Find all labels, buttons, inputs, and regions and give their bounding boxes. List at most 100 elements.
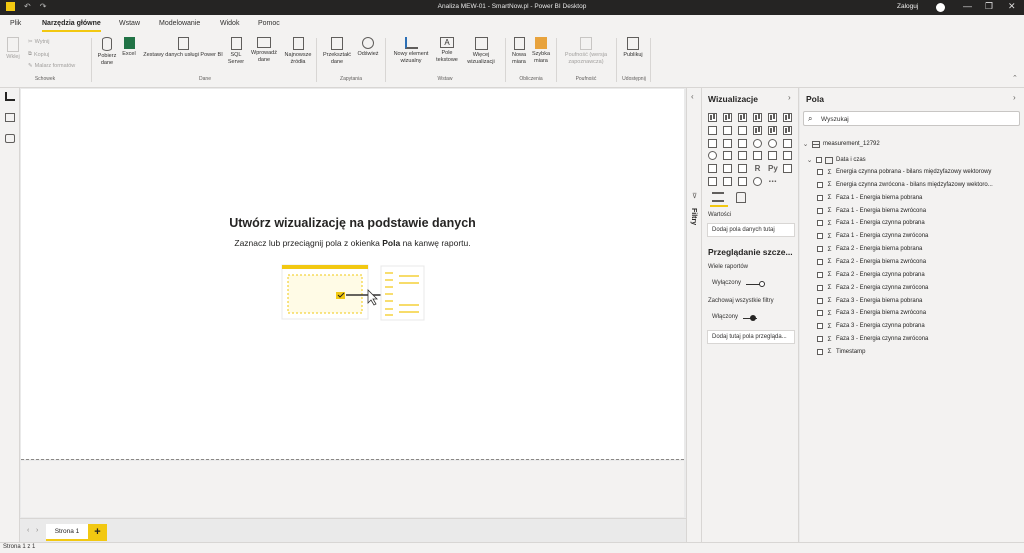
stacked-bar-chart-icon[interactable] bbox=[708, 113, 717, 122]
table-visual-icon[interactable] bbox=[723, 164, 732, 174]
minimize-button[interactable]: — bbox=[963, 1, 972, 11]
paste-button[interactable]: Wklej bbox=[4, 37, 22, 61]
100-column-chart-icon[interactable] bbox=[783, 113, 792, 122]
stacked-area-chart-icon[interactable] bbox=[738, 125, 747, 135]
chevron-down-icon[interactable]: ⌄ bbox=[802, 140, 809, 148]
scatter-chart-icon[interactable] bbox=[738, 138, 747, 148]
copy-button[interactable]: ⧉ Kopiuj bbox=[28, 51, 49, 58]
tab-home[interactable]: Narzędzia główne bbox=[42, 20, 101, 32]
field-item[interactable]: Σ Faza 1 - Energia bierna pobrana bbox=[817, 192, 922, 204]
fields-search[interactable]: ⌕ bbox=[803, 111, 1020, 126]
arcgis-map-icon[interactable] bbox=[753, 176, 762, 186]
filled-map-icon[interactable] bbox=[723, 151, 732, 161]
fields-well-icon[interactable] bbox=[712, 192, 724, 202]
clustered-bar-chart-icon[interactable] bbox=[738, 113, 747, 122]
checkbox[interactable] bbox=[817, 181, 823, 188]
checkbox[interactable] bbox=[817, 348, 823, 355]
line-column-chart-icon[interactable] bbox=[753, 125, 762, 135]
enter-data-button[interactable]: Wprowadź dane bbox=[249, 37, 279, 63]
checkbox[interactable] bbox=[817, 207, 823, 214]
sensitivity-button[interactable]: Poufność (wersja zapoznawcza) bbox=[560, 37, 612, 65]
python-visual-icon[interactable]: Py bbox=[768, 164, 778, 173]
model-view-icon[interactable] bbox=[5, 134, 15, 143]
sql-server-button[interactable]: SQL Server bbox=[226, 37, 246, 65]
format-painter-button[interactable]: ✎ Malarz formatów bbox=[28, 63, 75, 69]
format-paint-roller-icon[interactable] bbox=[736, 192, 746, 203]
funnel-chart-icon[interactable] bbox=[723, 138, 732, 148]
donut-chart-icon[interactable] bbox=[768, 138, 777, 148]
card-icon[interactable] bbox=[753, 151, 762, 161]
more-visuals-icon[interactable]: ⋯ bbox=[768, 177, 777, 186]
get-data-button[interactable]: Pobierz dane bbox=[95, 37, 119, 66]
prev-page-icon[interactable]: ‹ bbox=[27, 527, 29, 534]
field-item[interactable]: Σ Faza 2 - Energia bierna pobrana bbox=[817, 243, 922, 255]
maximize-button[interactable]: ❐ bbox=[985, 1, 993, 12]
recent-sources-button[interactable]: Najnowsze źródła bbox=[282, 37, 314, 65]
tab-help[interactable]: Pomoc bbox=[258, 20, 280, 27]
cut-button[interactable]: ✂ Wytnij bbox=[28, 39, 50, 45]
tab-insert[interactable]: Wstaw bbox=[119, 20, 140, 27]
pbi-datasets-button[interactable]: Zestawy danych usługi Power BI bbox=[140, 37, 226, 59]
table-node[interactable]: ⌄ measurement_12792 bbox=[802, 138, 880, 150]
100-bar-chart-icon[interactable] bbox=[768, 113, 777, 122]
pie-chart-icon[interactable] bbox=[753, 138, 762, 148]
checkbox[interactable] bbox=[817, 169, 823, 175]
checkbox[interactable] bbox=[817, 336, 823, 343]
checkbox[interactable] bbox=[817, 323, 823, 330]
qa-visual-icon[interactable] bbox=[723, 176, 732, 186]
field-item[interactable]: Σ Faza 2 - Energia czynna zwrócona bbox=[817, 282, 928, 294]
decomposition-tree-icon[interactable] bbox=[708, 176, 717, 186]
search-input[interactable] bbox=[821, 114, 1011, 124]
values-drop-zone[interactable]: Dodaj pola danych tutaj bbox=[707, 223, 795, 237]
r-visual-icon[interactable]: R bbox=[753, 164, 762, 173]
chevron-down-icon[interactable]: ⌄ bbox=[806, 156, 813, 164]
more-visuals-button[interactable]: Więcej wizualizacji bbox=[461, 37, 501, 65]
add-page-button[interactable]: + bbox=[88, 524, 107, 541]
checkbox[interactable] bbox=[817, 258, 823, 265]
data-view-icon[interactable] bbox=[5, 113, 15, 122]
collapse-fields-icon[interactable]: › bbox=[1013, 93, 1016, 102]
new-visual-button[interactable]: Nowy element wizualny bbox=[389, 37, 433, 64]
checkbox[interactable] bbox=[817, 220, 823, 227]
transform-data-button[interactable]: Przekształć dane bbox=[320, 37, 354, 65]
gauge-icon[interactable] bbox=[738, 151, 747, 161]
field-item[interactable]: Σ Faza 3 - Energia bierna zwrócona bbox=[817, 307, 926, 319]
tab-modeling[interactable]: Modelowanie bbox=[159, 20, 200, 27]
field-item[interactable]: Σ Energia czynna zwrócona - bilans między… bbox=[817, 179, 993, 191]
date-hierarchy-node[interactable]: ⌄ Data i czas bbox=[806, 154, 866, 166]
checkbox[interactable] bbox=[817, 310, 823, 317]
tab-view[interactable]: Widok bbox=[220, 20, 239, 27]
field-item[interactable]: Σ Faza 1 - Energia bierna zwrócona bbox=[817, 205, 926, 217]
close-button[interactable]: ✕ bbox=[1008, 1, 1016, 12]
multi-row-card-icon[interactable] bbox=[768, 151, 777, 161]
report-canvas[interactable]: Utwórz wizualizację na podstawie danych … bbox=[21, 89, 684, 459]
checkbox[interactable] bbox=[817, 194, 823, 201]
checkbox[interactable] bbox=[816, 157, 822, 163]
field-item[interactable]: Σ Faza 2 - Energia czynna pobrana bbox=[817, 269, 925, 281]
area-chart-icon[interactable] bbox=[723, 125, 732, 135]
account-avatar[interactable] bbox=[934, 3, 946, 12]
checkbox[interactable] bbox=[817, 284, 823, 291]
line-clustered-column-chart-icon[interactable] bbox=[768, 125, 777, 135]
treemap-icon[interactable] bbox=[783, 138, 792, 148]
cross-report-toggle[interactable] bbox=[746, 284, 760, 285]
clustered-column-chart-icon[interactable] bbox=[753, 113, 762, 122]
smart-narrative-icon[interactable] bbox=[738, 176, 747, 186]
field-item[interactable]: Σ Faza 3 - Energia czynna pobrana bbox=[817, 320, 925, 332]
next-page-icon[interactable]: › bbox=[36, 527, 38, 534]
field-item[interactable]: Σ Faza 1 - Energia czynna pobrana bbox=[817, 217, 925, 229]
field-item[interactable]: Σ Faza 3 - Energia bierna pobrana bbox=[817, 295, 922, 307]
expand-filters-icon[interactable]: ‹ bbox=[691, 92, 694, 101]
refresh-button[interactable]: Odśwież bbox=[355, 37, 381, 58]
field-item[interactable]: Σ Energia czynna pobrana - bilans międzyf… bbox=[817, 166, 991, 178]
kpi-icon[interactable] bbox=[783, 151, 792, 161]
map-icon[interactable] bbox=[708, 151, 717, 161]
ribbon-collapse-icon[interactable]: ⌃ bbox=[1012, 74, 1018, 82]
slicer-icon[interactable] bbox=[708, 164, 717, 174]
key-influencers-icon[interactable] bbox=[783, 164, 792, 174]
checkbox[interactable] bbox=[817, 271, 823, 278]
field-item[interactable]: Σ Faza 1 - Energia czynna zwrócona bbox=[817, 230, 928, 242]
excel-button[interactable]: Excel bbox=[120, 37, 138, 58]
field-item[interactable]: Σ Faza 3 - Energia czynna zwrócona bbox=[817, 333, 928, 345]
keep-filters-toggle-knob[interactable] bbox=[750, 315, 756, 321]
